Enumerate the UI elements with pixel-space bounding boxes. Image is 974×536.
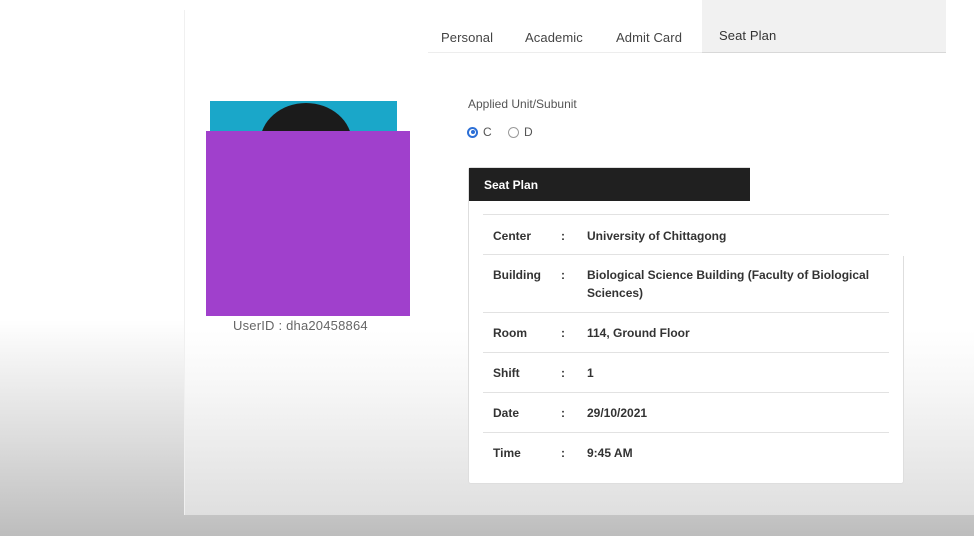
seat-row-building: Building : Biological Science Building (… — [483, 254, 889, 313]
row-label: Center — [493, 229, 532, 243]
radio-option-c-label: C — [483, 125, 492, 139]
profile-photo — [210, 101, 397, 133]
row-label: Date — [493, 406, 520, 420]
radio-selected-icon[interactable] — [467, 126, 478, 138]
row-separator: : — [561, 366, 565, 380]
seat-row-center: Center : University of Chittagong — [483, 214, 889, 255]
tab-seat-plan-label: Seat Plan — [719, 28, 777, 43]
row-separator: : — [561, 268, 565, 282]
tab-academic[interactable]: Academic — [525, 30, 583, 45]
tabs-divider — [428, 52, 702, 53]
tab-admit-card[interactable]: Admit Card — [616, 30, 682, 45]
tab-bar: Personal Academic Admit Card Seat Plan — [428, 0, 974, 54]
seat-row-time: Time : 9:45 AM — [483, 432, 889, 473]
applied-unit-label: Applied Unit/Subunit — [468, 97, 577, 111]
row-separator: : — [561, 406, 565, 420]
row-label: Building — [493, 268, 541, 282]
seat-plan-header: Seat Plan — [469, 168, 751, 201]
seat-row-room: Room : 114, Ground Floor — [483, 312, 889, 353]
row-value: 9:45 AM — [587, 446, 633, 460]
radio-option-d[interactable]: D — [508, 125, 533, 139]
seat-row-shift: Shift : 1 — [483, 352, 889, 393]
row-separator: : — [561, 229, 565, 243]
seat-plan-title: Seat Plan — [484, 178, 539, 192]
row-label: Time — [493, 446, 521, 460]
row-value: University of Chittagong — [587, 229, 727, 243]
row-separator: : — [561, 326, 565, 340]
photo-silhouette — [260, 103, 352, 133]
radio-unselected-icon[interactable] — [508, 126, 519, 138]
row-value: 114, Ground Floor — [587, 326, 690, 340]
radio-option-c[interactable]: C — [467, 125, 492, 139]
row-separator: : — [561, 446, 565, 460]
photo-redaction-block — [206, 131, 410, 316]
user-id-text: UserID : dha20458864 — [233, 318, 368, 333]
row-value: 29/10/2021 — [587, 406, 648, 420]
tab-personal[interactable]: Personal — [441, 30, 493, 45]
tab-seat-plan[interactable]: Seat Plan — [702, 0, 946, 53]
radio-option-d-label: D — [524, 125, 533, 139]
seat-row-date: Date : 29/10/2021 — [483, 392, 889, 433]
row-value: 1 — [587, 366, 594, 380]
row-label: Shift — [493, 366, 520, 380]
row-label: Room — [493, 326, 527, 340]
row-value: Biological Science Building (Faculty of … — [587, 268, 870, 300]
